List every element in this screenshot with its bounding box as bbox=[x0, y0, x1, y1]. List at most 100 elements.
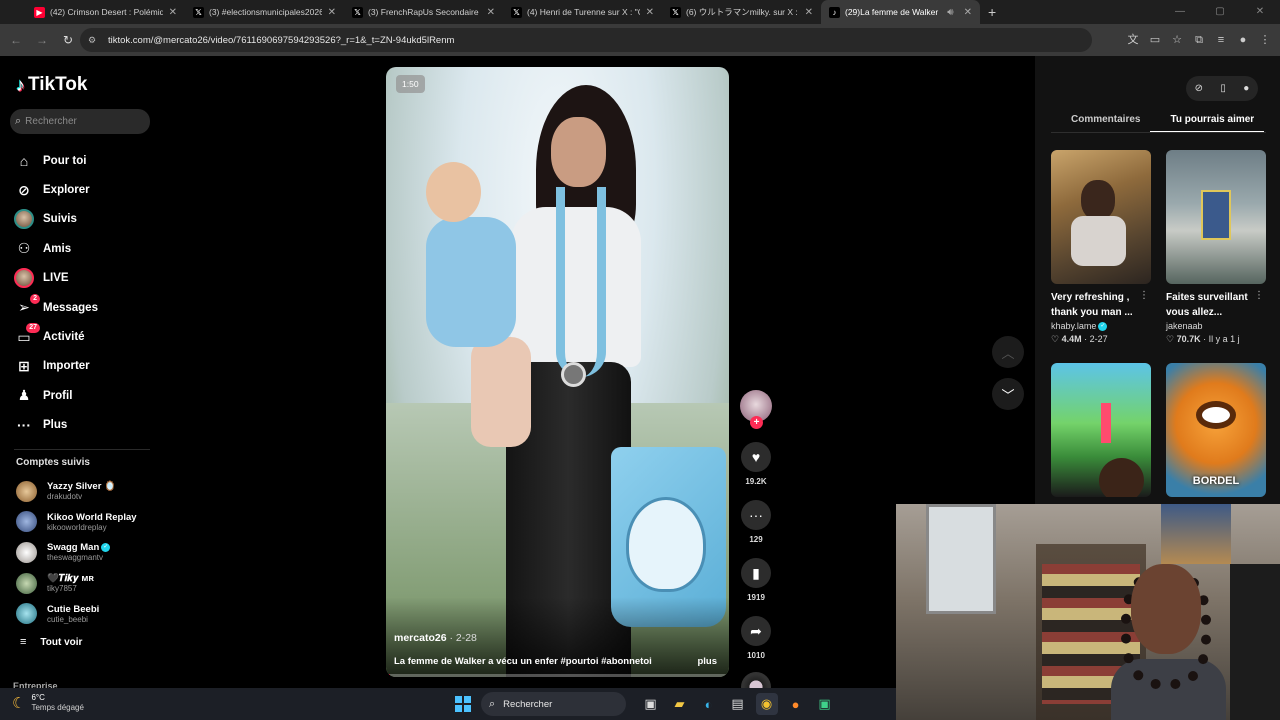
site-info-icon[interactable]: ⚙ bbox=[88, 35, 100, 46]
video-navigation: ︿ ﹀ bbox=[992, 336, 1024, 420]
following-account[interactable]: Kikoo World Replay kikooworldreplay bbox=[16, 507, 137, 538]
avatar bbox=[16, 603, 37, 625]
video-thumbnail[interactable] bbox=[1166, 150, 1266, 284]
store-icon[interactable]: ▤ bbox=[727, 693, 749, 715]
see-all-link[interactable]: ≡ Tout voir bbox=[20, 636, 82, 648]
avatar[interactable]: ● bbox=[1243, 83, 1249, 94]
file-explorer-icon[interactable]: ▰ bbox=[669, 693, 691, 715]
video-author[interactable]: mercato26 · 2-28 bbox=[394, 632, 477, 644]
tiktok-logo[interactable]: ♪ TikTok bbox=[16, 74, 87, 96]
tab-title: (42) Crimson Desert : Polémiqu bbox=[50, 7, 163, 17]
menu-item-pour-toi[interactable]: ⌂ Pour toi bbox=[14, 146, 98, 175]
cast-icon[interactable]: ▭ bbox=[1144, 28, 1166, 52]
card-user[interactable]: jakenaab bbox=[1166, 321, 1266, 331]
close-tab-icon[interactable]: ✕ bbox=[964, 7, 972, 18]
speaker-icon[interactable]: 🔊︎ bbox=[947, 7, 953, 18]
chrome-icon[interactable]: ◉ bbox=[755, 693, 778, 715]
minimize-button[interactable]: — bbox=[1160, 0, 1200, 24]
save-button[interactable]: ▮ 1919 bbox=[738, 558, 774, 602]
browser-tab[interactable]: 𝕏 (4) Henri de Turenne sur X : "Gr ✕ bbox=[503, 0, 662, 24]
video-card[interactable]: BORDEL bbox=[1166, 363, 1266, 497]
video-card[interactable]: Very refreshing , thank you man ... ⋮ kh… bbox=[1051, 150, 1151, 345]
chevron-down-icon: ﹀ bbox=[1001, 387, 1015, 403]
edge-icon[interactable]: ◐ bbox=[698, 693, 720, 715]
menu-item-amis[interactable]: ⚇ Amis bbox=[14, 234, 98, 263]
back-button[interactable]: ← bbox=[4, 33, 28, 47]
close-tab-icon[interactable]: ✕ bbox=[487, 7, 495, 18]
comment-button[interactable]: ··· 129 bbox=[738, 500, 774, 544]
close-tab-icon[interactable]: ✕ bbox=[805, 7, 813, 18]
app-icon[interactable]: ▣ bbox=[814, 693, 836, 715]
firefox-icon[interactable]: ● bbox=[785, 693, 807, 715]
tab-title: (3) #electionsmunicipales2026 bbox=[209, 7, 322, 17]
tab-commentaires[interactable]: Commentaires bbox=[1051, 114, 1150, 133]
tab-title: (4) Henri de Turenne sur X : "Gr bbox=[527, 7, 640, 17]
video-player[interactable]: 1:50 mercato26 · 2-28 La femme de Walker… bbox=[386, 67, 729, 677]
menu-item-activite[interactable]: ▭ 27 Activité bbox=[14, 322, 98, 351]
browser-tab[interactable]: ▶ (42) Crimson Desert : Polémiqu ✕ bbox=[26, 0, 185, 24]
card-stats: ♡ 70.7K · Il y a 1 j bbox=[1166, 334, 1240, 344]
following-account[interactable]: 🖤𝑻𝒊𝒌𝒚 ᴍʀ tiky7857 bbox=[16, 568, 137, 599]
share-count: 1010 bbox=[747, 651, 765, 660]
profile-icon[interactable]: ● bbox=[1232, 28, 1254, 52]
video-card[interactable] bbox=[1051, 363, 1151, 497]
close-tab-icon[interactable]: ✕ bbox=[169, 7, 177, 18]
account-name: Cutie Beebi bbox=[47, 603, 100, 615]
following-account[interactable]: Swagg Man ✓ theswaggmantv bbox=[16, 537, 137, 568]
tab-tu-pourrais-aimer[interactable]: Tu pourrais aimer bbox=[1150, 114, 1265, 133]
menu-item-plus[interactable]: ··· Plus bbox=[14, 411, 98, 440]
weather-widget[interactable]: ☾ 6°C Temps dégagé bbox=[12, 693, 84, 713]
like-button[interactable]: ♥ 19.2K bbox=[738, 442, 774, 486]
taskbar-search[interactable]: ⌕ Rechercher bbox=[481, 692, 626, 716]
following-account[interactable]: Cutie Beebi cutie_beebi bbox=[16, 598, 137, 629]
previous-video-button[interactable]: ︿ bbox=[992, 336, 1024, 368]
address-bar[interactable]: ⚙ tiktok.com/@mercato26/video/7611690697… bbox=[80, 28, 1092, 52]
video-duration: 1:50 bbox=[396, 75, 425, 93]
video-thumbnail[interactable] bbox=[1051, 150, 1151, 284]
task-view-icon[interactable]: ▣ bbox=[640, 693, 662, 715]
new-tab-button[interactable]: + bbox=[988, 4, 996, 20]
video-thumbnail[interactable] bbox=[1051, 363, 1151, 497]
more-options-icon[interactable]: ⋮ bbox=[1254, 290, 1264, 301]
reload-button[interactable]: ↻ bbox=[56, 33, 80, 47]
menu-icon[interactable]: ⋮ bbox=[1254, 28, 1276, 52]
phone-icon[interactable]: ▯ bbox=[1220, 83, 1226, 94]
close-tab-icon[interactable]: ✕ bbox=[328, 7, 336, 18]
more-options-icon[interactable]: ⋮ bbox=[1139, 290, 1149, 301]
follow-plus-icon[interactable]: + bbox=[750, 416, 763, 429]
extensions-icon[interactable]: ⧉ bbox=[1188, 28, 1210, 52]
chevron-up-icon: ︿ bbox=[1001, 345, 1015, 361]
close-window-button[interactable]: ✕ bbox=[1240, 0, 1280, 24]
browser-tab[interactable]: 𝕏 (3) #electionsmunicipales2026 ✕ bbox=[185, 0, 344, 24]
video-thumbnail[interactable]: BORDEL bbox=[1166, 363, 1266, 497]
close-tab-icon[interactable]: ✕ bbox=[646, 7, 654, 18]
media-icon[interactable]: ≡ bbox=[1210, 28, 1232, 52]
maximize-button[interactable]: ▢ bbox=[1200, 0, 1240, 24]
browser-tab-active[interactable]: ♪ (29)La femme de Walker : u 🔊︎ ✕ bbox=[821, 0, 980, 24]
translate-icon[interactable]: 文 bbox=[1122, 28, 1144, 52]
menu-item-messages[interactable]: ➢ 2 Messages bbox=[14, 293, 98, 322]
compass-icon[interactable]: ⊘ bbox=[1195, 83, 1203, 94]
browser-tab[interactable]: 𝕏 (3) FrenchRapUs Secondaire 🇺 ✕ bbox=[344, 0, 503, 24]
author-avatar[interactable]: + bbox=[740, 390, 772, 429]
caption-more-button[interactable]: plus bbox=[697, 656, 717, 667]
menu-item-importer[interactable]: ⊞ Importer bbox=[14, 352, 98, 381]
following-account[interactable]: Yazzy Silver 🪞 drakudotv bbox=[16, 476, 137, 507]
forward-button[interactable]: → bbox=[30, 33, 54, 47]
browser-tab[interactable]: 𝕏 (6) ウルトラマンmilky. sur X : "こんi ✕ bbox=[662, 0, 821, 24]
share-button[interactable]: ➦ 1010 bbox=[738, 616, 774, 660]
bookmark-star-icon[interactable]: ☆ bbox=[1166, 28, 1188, 52]
next-video-button[interactable]: ﹀ bbox=[992, 378, 1024, 410]
menu-item-suivis[interactable]: Suivis bbox=[14, 205, 98, 234]
video-progress-bar[interactable] bbox=[386, 674, 729, 677]
menu-item-live[interactable]: LIVE bbox=[14, 264, 98, 293]
card-user[interactable]: khaby.lame ✓ bbox=[1051, 321, 1151, 332]
verified-icon: ✓ bbox=[1098, 322, 1108, 332]
account-handle: tiky7857 bbox=[47, 584, 77, 594]
menu-item-profil[interactable]: ♟ Profil bbox=[14, 381, 98, 410]
windows-start-icon[interactable] bbox=[455, 696, 471, 712]
search-input[interactable]: ⌕ Rechercher bbox=[10, 109, 150, 134]
window-controls: — ▢ ✕ bbox=[1160, 0, 1280, 24]
video-card[interactable]: Faites surveillant vous allez... ⋮ jaken… bbox=[1166, 150, 1266, 345]
menu-item-explorer[interactable]: ⊘ Explorer bbox=[14, 175, 98, 204]
